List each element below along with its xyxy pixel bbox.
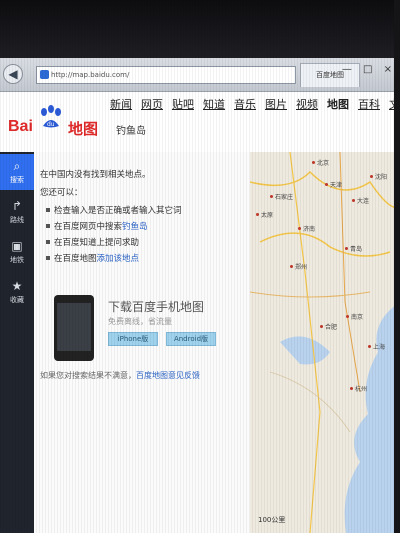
top-nav-item[interactable]: 网页: [141, 96, 163, 116]
sidebar-item[interactable]: ↱ 路线: [0, 194, 34, 230]
suggestion-item: 检查输入是否正确或者输入其它词: [46, 204, 182, 216]
subway-icon: ▣: [11, 239, 23, 253]
sidebar-item-label: 搜索: [10, 176, 24, 184]
phone-image: [54, 295, 94, 361]
baidu-map-logo[interactable]: Bai du 地图: [8, 102, 103, 138]
city-label: 杭州: [355, 386, 368, 393]
sidebar-item[interactable]: ★ 收藏: [0, 274, 34, 310]
map-canvas[interactable]: 北京天津石家庄太原济南 大连 沈阳郑州 青岛合肥 南京上海杭州 100公里: [250, 152, 400, 533]
monitor-screen: ◀ http://map.baidu.com/ 百度地图 — □ × Bai d…: [0, 0, 400, 533]
star-icon: ★: [11, 279, 23, 293]
city-label: 青岛: [350, 246, 363, 253]
sidebar-item-label: 收藏: [10, 296, 24, 304]
city-marker-icon: [312, 161, 315, 164]
city-marker-icon: [345, 247, 348, 250]
city-label: 济南: [303, 226, 316, 233]
promo-subtitle: 免费离线，省流量: [108, 317, 172, 326]
suggestion-link[interactable]: 添加该地点: [97, 254, 140, 264]
suggest-heading: 您还可以：: [40, 188, 83, 198]
promo-title: 下载百度手机地图: [108, 300, 205, 314]
suggestion-item: 在百度地图添加该地点: [46, 252, 139, 264]
suggestion-item: 在百度知道上提问求助: [46, 236, 139, 248]
sidebar-item-label: 路线: [10, 216, 24, 224]
search-icon: ⌕: [13, 159, 21, 173]
city-label: 天津: [330, 182, 343, 189]
browser-chrome: ◀ http://map.baidu.com/ 百度地图 — □ ×: [0, 58, 400, 92]
left-sidebar: ⌕ 搜索 ↱ 路线 ▣ 地铁 ★ 收藏: [0, 152, 34, 533]
top-nav-item[interactable]: 地图: [327, 96, 349, 116]
window-controls[interactable]: — □ ×: [342, 64, 396, 75]
map-scale: 100公里: [258, 516, 286, 524]
feedback-link[interactable]: 百度地图意见反馈: [136, 371, 200, 380]
city-marker-icon: [320, 325, 323, 328]
top-nav-item[interactable]: 贴吧: [172, 96, 194, 116]
city-marker-icon: [270, 195, 273, 198]
bullet-icon: [46, 240, 50, 244]
city-label: 大连: [357, 198, 370, 205]
results-title: 在中国内没有找到相关地点。: [40, 170, 151, 180]
monitor-bezel: [0, 0, 400, 58]
city-marker-icon: [256, 213, 259, 216]
page-header: Bai du 地图 新闻网页贴吧知道音乐图片视频地图百科文 钓鱼岛: [0, 92, 400, 152]
top-nav-item[interactable]: 百科: [358, 96, 380, 116]
sidebar-item[interactable]: ⌕ 搜索: [0, 154, 34, 190]
address-bar[interactable]: http://map.baidu.com/: [36, 66, 296, 84]
top-nav-item[interactable]: 视频: [296, 96, 318, 116]
logo-text-bai: Bai: [8, 118, 33, 135]
address-text: http://map.baidu.com/: [51, 71, 130, 79]
city-label: 郑州: [295, 264, 308, 271]
sidebar-item[interactable]: ▣ 地铁: [0, 234, 34, 270]
baidu-map-page: Bai du 地图 新闻网页贴吧知道音乐图片视频地图百科文 钓鱼岛 ⌕ 搜索 ↱ 路线…: [0, 92, 400, 533]
top-nav-item[interactable]: 图片: [265, 96, 287, 116]
city-label: 上海: [373, 344, 386, 351]
suggestion-item: 在百度网页中搜索钓鱼岛: [46, 220, 148, 232]
download-iphone-button[interactable]: iPhone版: [108, 332, 158, 346]
monitor-bezel-right: [394, 0, 400, 533]
city-label: 南京: [351, 314, 364, 321]
route-icon: ↱: [11, 199, 23, 213]
results-panel: 在中国内没有找到相关地点。 您还可以： 检查输入是否正确或者输入其它词 在百度网页…: [34, 152, 250, 533]
bullet-icon: [46, 224, 50, 228]
top-nav-item[interactable]: 新闻: [110, 96, 132, 116]
city-marker-icon: [352, 199, 355, 202]
city-marker-icon: [370, 175, 373, 178]
city-label: 太原: [261, 212, 274, 219]
bullet-icon: [46, 208, 50, 212]
suggestion-text: 在百度知道上提问求助: [54, 238, 140, 248]
top-nav-item[interactable]: 知道: [203, 96, 225, 116]
logo-text-map: 地图: [68, 121, 99, 138]
sidebar-item-label: 地铁: [10, 256, 24, 264]
feedback-line: 如果您对搜索结果不满意，百度地图意见反馈: [40, 370, 200, 381]
feedback-text: 如果您对搜索结果不满意，: [40, 371, 136, 380]
city-label: 北京: [317, 160, 330, 167]
svg-text:du: du: [47, 121, 55, 128]
city-marker-icon: [350, 387, 353, 390]
city-marker-icon: [298, 227, 301, 230]
city-label: 沈阳: [375, 174, 388, 181]
city-marker-icon: [368, 345, 371, 348]
top-nav-item[interactable]: 音乐: [234, 96, 256, 116]
site-favicon-icon: [40, 70, 49, 79]
current-location: 钓鱼岛: [116, 126, 146, 137]
suggestion-text: 检查输入是否正确或者输入其它词: [54, 206, 182, 216]
city-marker-icon: [290, 265, 293, 268]
app-promo: 下载百度手机地图 免费离线，省流量 iPhone版 Android版: [50, 292, 246, 362]
city-label: 石家庄: [275, 194, 294, 201]
bullet-icon: [46, 256, 50, 260]
download-android-button[interactable]: Android版: [166, 332, 216, 346]
suggestion-text: 在百度地图: [54, 254, 97, 264]
paw-icon: du: [41, 105, 61, 128]
suggestion-text: 在百度网页中搜索: [54, 222, 123, 232]
city-marker-icon: [346, 315, 349, 318]
city-label: 合肥: [325, 324, 338, 331]
back-button[interactable]: ◀: [3, 64, 23, 84]
city-marker-icon: [325, 183, 328, 186]
suggestion-link[interactable]: 钓鱼岛: [122, 222, 148, 232]
top-nav: 新闻网页贴吧知道音乐图片视频地图百科文: [110, 96, 400, 116]
